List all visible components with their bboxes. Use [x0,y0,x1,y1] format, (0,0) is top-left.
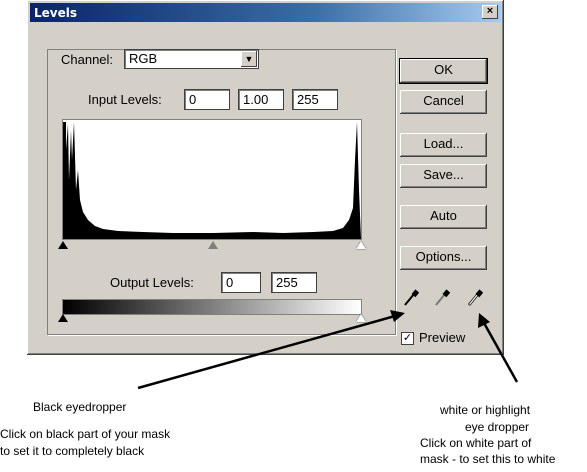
gray-eyedropper-icon[interactable] [434,289,451,307]
input-black-slider-handle[interactable] [58,241,68,249]
close-icon[interactable]: × [482,5,498,19]
ok-button[interactable]: OK [399,58,488,84]
histogram-shape [63,122,361,239]
load-button[interactable]: Load... [400,133,487,157]
annotation-white-line1: Click on white part of [420,436,532,450]
output-levels-label: Output Levels: [110,275,194,290]
annotation-white-title1: white or highlight [440,403,531,417]
cancel-button[interactable]: Cancel [400,90,487,114]
auto-button[interactable]: Auto [400,205,487,229]
output-white-slider-handle[interactable] [356,314,366,322]
channel-label: Channel: [58,52,117,67]
annotation-white-line2: mask - to set this to white [420,452,556,466]
annotation-black-line2: to set it to completely black [0,444,145,458]
annotation-white-title2: eye dropper [465,420,530,434]
annotation-black-title: Black eyedropper [33,400,127,414]
title-bar[interactable]: Levels × [30,3,501,22]
options-button[interactable]: Options... [400,246,487,270]
output-black-field[interactable]: 0 [221,272,261,293]
input-slider[interactable] [58,240,366,254]
input-white-slider-handle[interactable] [356,241,366,249]
white-eyedropper-icon[interactable] [467,289,484,307]
input-gamma-field[interactable]: 1.00 [238,89,284,110]
output-gradient [62,299,362,315]
input-black-field[interactable]: 0 [184,89,230,110]
output-black-slider-handle[interactable] [58,314,68,322]
annotation-black-line1: Click on black part of your mask [0,427,171,441]
save-button[interactable]: Save... [400,164,487,188]
histogram [62,119,362,240]
input-levels-label: Input Levels: [88,92,162,107]
preview-label: Preview [419,330,466,345]
output-slider[interactable] [58,314,366,328]
channel-value: RGB [129,51,158,66]
output-white-field[interactable]: 255 [271,272,317,293]
channel-select[interactable]: RGB ▼ [124,49,259,69]
histogram-graph [63,122,361,239]
chevron-down-icon[interactable]: ▼ [241,51,257,67]
black-eyedropper-icon[interactable] [403,289,420,307]
preview-checkbox[interactable]: ✓ [401,332,414,345]
window-title: Levels [34,5,78,20]
input-white-field[interactable]: 255 [292,89,338,110]
input-gamma-slider-handle[interactable] [208,241,218,249]
